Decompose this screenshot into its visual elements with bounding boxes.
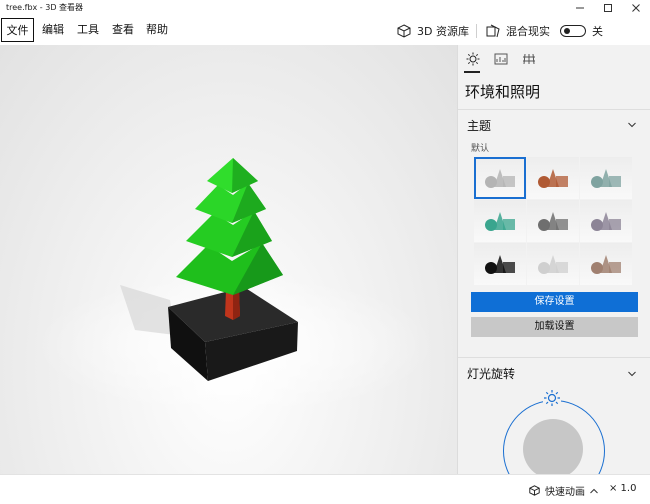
theme-swatch[interactable] [474, 157, 526, 199]
animation-label: 快速动画 [545, 487, 585, 498]
cube-icon [397, 24, 411, 38]
tab-environment[interactable] [466, 51, 480, 67]
mixed-reality-label: 混合现实 [506, 25, 550, 38]
theme-preview-icon [538, 255, 568, 274]
theme-preview-icon [591, 169, 621, 188]
tab-stats[interactable] [494, 51, 508, 67]
theme-swatch[interactable] [527, 243, 579, 285]
theme-preview-icon [538, 169, 568, 188]
theme-preview-icon [485, 212, 515, 231]
window-controls [566, 0, 650, 16]
window-title: tree.fbx - 3D 查看器 [6, 3, 84, 12]
menu-bar: 文件 编辑 工具 查看 帮助 3D 资源库 混合现实 关 [0, 16, 650, 46]
tab-grid[interactable] [522, 51, 536, 67]
menu-edit[interactable]: 编辑 [42, 18, 64, 42]
divider [458, 357, 650, 358]
theme-preview-icon [485, 255, 515, 274]
3d-viewport[interactable] [0, 45, 457, 474]
theme-swatch[interactable] [474, 243, 526, 285]
animation-selector[interactable]: 快速动画 [529, 483, 598, 498]
theme-swatch[interactable] [580, 200, 632, 242]
theme-swatch[interactable] [527, 200, 579, 242]
sun-icon [466, 52, 480, 66]
grid-icon [523, 53, 535, 65]
save-settings-button[interactable]: 保存设置 [471, 292, 638, 312]
mixed-reality-icon [486, 24, 500, 38]
chevron-down-icon[interactable] [628, 370, 636, 378]
theme-swatch[interactable] [527, 157, 579, 199]
theme-preview-icon [485, 169, 515, 188]
mixed-reality-toggle[interactable] [560, 25, 586, 37]
chevron-down-icon[interactable] [628, 121, 636, 129]
theme-section-header[interactable]: 主题 [467, 117, 491, 134]
menu-file[interactable]: 文件 [1, 18, 34, 42]
light-handle[interactable] [543, 389, 561, 407]
toolbar-divider [476, 24, 477, 38]
menu-view[interactable]: 查看 [112, 18, 134, 42]
close-button[interactable] [622, 0, 650, 16]
panel-title: 环境和照明 [465, 83, 541, 101]
light-rotation-header[interactable]: 灯光旋转 [467, 365, 515, 382]
3d-library-button[interactable]: 3D 资源库 [397, 21, 469, 41]
3d-library-label: 3D 资源库 [417, 25, 469, 38]
theme-swatch[interactable] [580, 243, 632, 285]
theme-preview-icon [591, 212, 621, 231]
status-bar: 快速动画 × 1.0 [0, 474, 650, 504]
image-stats-icon [494, 53, 508, 65]
sun-icon [544, 390, 560, 406]
maximize-icon [604, 4, 612, 12]
playback-speed[interactable]: × 1.0 [609, 483, 636, 494]
title-bar: tree.fbx - 3D 查看器 [0, 0, 650, 16]
light-rotation-center [523, 419, 583, 474]
menu-help[interactable]: 帮助 [146, 18, 168, 42]
environment-panel: 环境和照明 主题 默认 保存设置 加载设置 灯光旋转 [457, 45, 650, 474]
theme-preview-icon [591, 255, 621, 274]
toggle-state-label: 关 [592, 25, 603, 38]
theme-swatch[interactable] [580, 157, 632, 199]
cube-icon [529, 485, 540, 496]
menu-tools[interactable]: 工具 [77, 18, 99, 42]
tree-model [35, 158, 435, 415]
mixed-reality-control[interactable]: 混合现实 关 [486, 21, 603, 41]
active-tab-indicator [464, 71, 480, 73]
minimize-button[interactable] [566, 0, 594, 16]
chevron-up-icon [590, 488, 598, 493]
theme-swatch[interactable] [474, 200, 526, 242]
selected-theme-label: 默认 [471, 144, 490, 154]
panel-tabs [466, 51, 536, 67]
theme-grid [474, 157, 632, 285]
minimize-icon [576, 7, 584, 9]
load-settings-button[interactable]: 加载设置 [471, 317, 638, 337]
divider [458, 109, 650, 110]
theme-preview-icon [538, 212, 568, 231]
close-icon [632, 4, 640, 12]
maximize-button[interactable] [594, 0, 622, 16]
